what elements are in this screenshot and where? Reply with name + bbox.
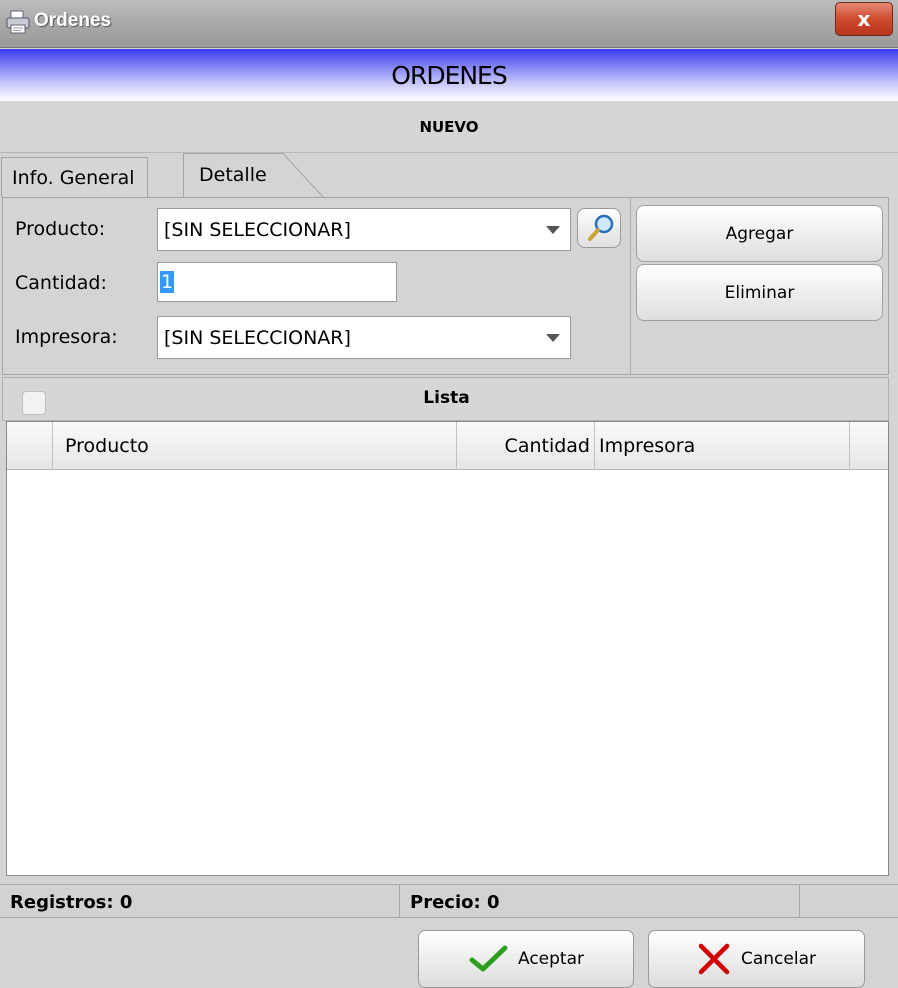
records-count: Registros: 0 [0, 885, 400, 919]
footer: Aceptar Cancelar [0, 918, 898, 988]
close-button[interactable]: x [835, 2, 893, 36]
producto-label: Producto: [15, 218, 106, 240]
column-header-producto-label: Producto [65, 435, 149, 457]
list-header: Lista [2, 377, 889, 421]
delete-button[interactable]: Eliminar [636, 264, 883, 321]
add-button-label: Agregar [725, 223, 794, 244]
accept-button[interactable]: Aceptar [418, 930, 634, 988]
cantidad-input[interactable]: 1 [157, 262, 397, 302]
cantidad-value: 1 [160, 271, 175, 293]
tab-info-general-label: Info. General [12, 166, 135, 189]
column-header-filler [850, 422, 888, 470]
accept-button-label: Aceptar [518, 949, 584, 969]
x-icon [698, 943, 730, 975]
window-title: Ordenes [34, 10, 112, 31]
column-header-impresora-label: Impresora [599, 435, 696, 457]
detail-form-panel: Producto: [SIN SELECCIONAR] Cantidad: 1 … [2, 197, 889, 375]
impresora-label: Impresora: [15, 326, 118, 348]
search-product-button[interactable] [577, 208, 621, 248]
items-table[interactable]: Producto Cantidad Impresora [6, 421, 889, 876]
producto-value: [SIN SELECCIONAR] [164, 218, 351, 241]
tab-detalle-outline [183, 153, 324, 197]
chevron-down-icon[interactable] [546, 226, 560, 234]
printer-icon [6, 10, 30, 34]
checkmark-icon [469, 945, 508, 972]
cancel-button[interactable]: Cancelar [648, 930, 865, 988]
search-icon [588, 214, 614, 241]
impresora-value: [SIN SELECCIONAR] [164, 326, 351, 349]
impresora-select[interactable]: [SIN SELECCIONAR] [157, 316, 571, 359]
tab-info-general[interactable]: Info. General [1, 157, 148, 197]
column-header-impresora[interactable]: Impresora [595, 422, 850, 470]
column-header-cantidad-label: Cantidad [504, 435, 590, 457]
status-bar: Registros: 0 Precio: 0 [0, 884, 898, 919]
cantidad-label: Cantidad: [15, 272, 107, 294]
add-button[interactable]: Agregar [636, 205, 883, 262]
mode-label: NUEVO [419, 118, 479, 136]
cancel-button-label: Cancelar [741, 949, 816, 969]
table-header: Producto Cantidad Impresora [7, 422, 888, 470]
title-bar[interactable]: Ordenes x [0, 0, 898, 48]
mode-band: NUEVO [0, 101, 898, 153]
tab-strip: Info. General Detalle [0, 153, 898, 197]
list-title: Lista [423, 388, 470, 408]
page-title: ORDENES [391, 61, 507, 90]
producto-select[interactable]: [SIN SELECCIONAR] [157, 208, 571, 251]
close-icon: x [857, 7, 871, 31]
price-total: Precio: 0 [400, 885, 800, 919]
delete-button-label: Eliminar [724, 282, 795, 303]
column-header-producto[interactable]: Producto [53, 422, 457, 470]
header-band: ORDENES [0, 49, 898, 101]
form-divider [630, 198, 631, 374]
chevron-down-icon[interactable] [546, 334, 560, 342]
column-header-cantidad[interactable]: Cantidad [457, 422, 595, 470]
row-indicator-column [7, 422, 53, 470]
